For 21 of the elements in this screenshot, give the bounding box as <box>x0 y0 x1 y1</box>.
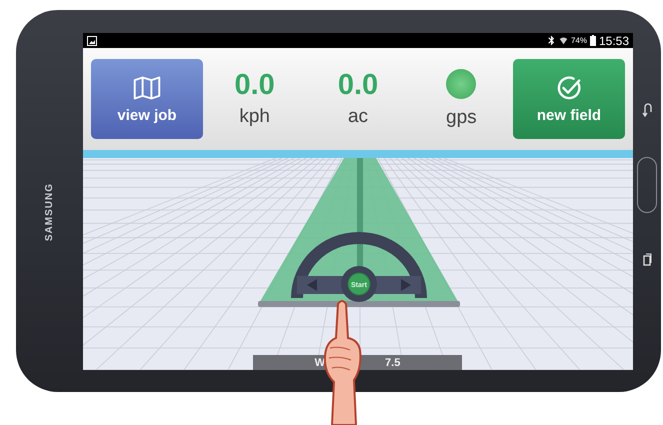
clock: 15:53 <box>598 34 629 48</box>
check-circle-icon <box>554 74 583 100</box>
map-icon <box>133 74 161 100</box>
battery-icon <box>590 35 596 46</box>
gps-indicator <box>446 69 476 99</box>
back-icon[interactable] <box>642 103 652 117</box>
wifi-icon <box>558 35 568 46</box>
view-job-button[interactable]: view job <box>91 59 203 139</box>
bottom-value: 7.5 <box>385 356 400 368</box>
new-field-button[interactable]: new field <box>512 59 625 139</box>
image-icon <box>87 36 97 46</box>
readout-unit: gps <box>446 107 477 129</box>
brand-label: SAMSUNG <box>44 183 55 242</box>
readout-unit: kph <box>239 106 270 128</box>
readout-value: 0.0 <box>234 70 275 102</box>
readout-unit: ac <box>348 106 368 128</box>
battery-percent: 74% <box>570 36 587 45</box>
home-button[interactable] <box>637 157 657 213</box>
bluetooth-icon <box>546 35 556 46</box>
readout-value: 0.0 <box>338 70 378 102</box>
recent-apps-icon[interactable] <box>642 253 652 267</box>
